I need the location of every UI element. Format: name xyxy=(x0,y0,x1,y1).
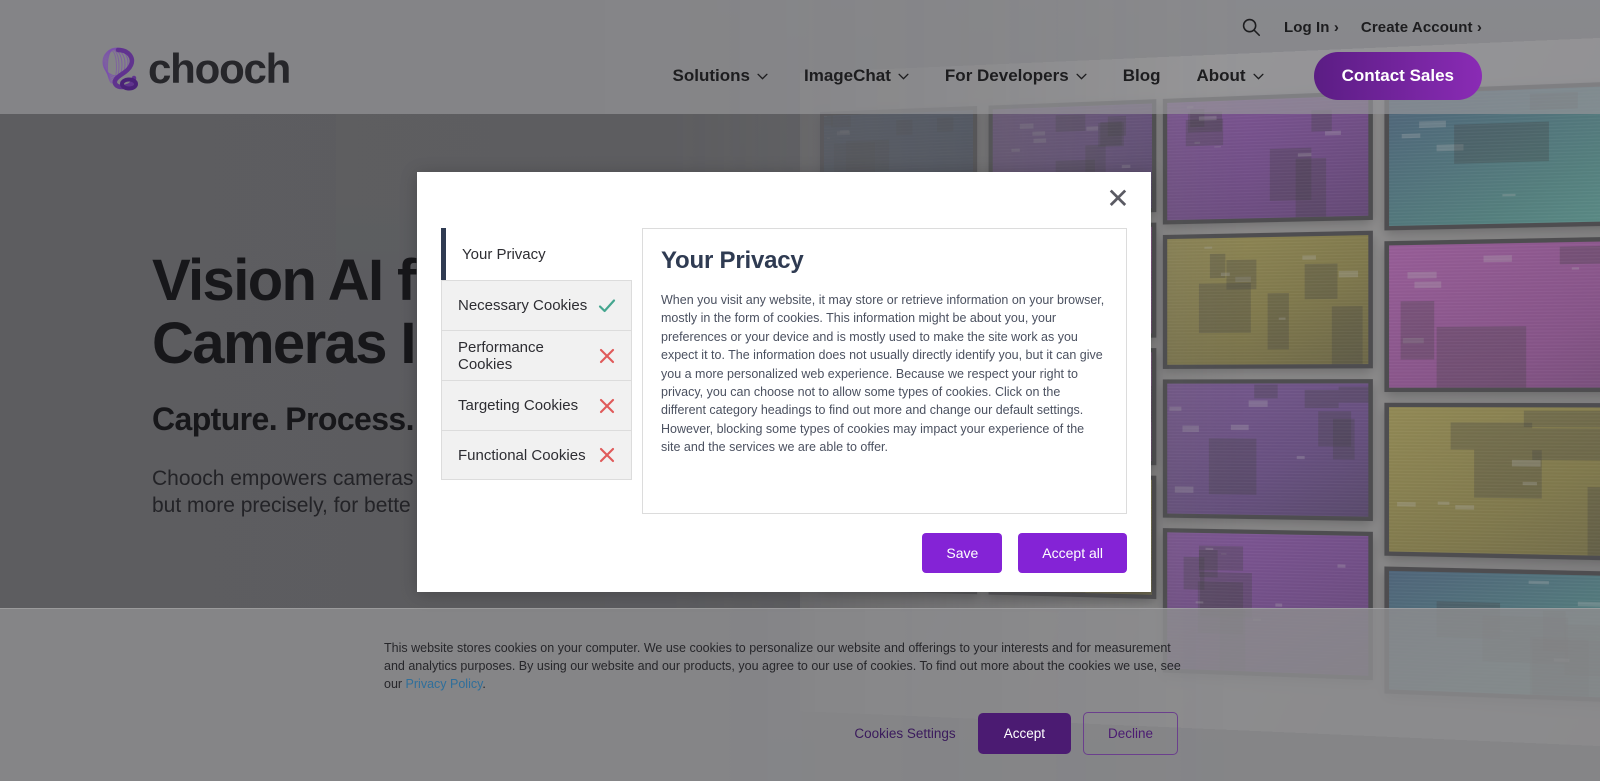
cookie-detail-panel: Your Privacy When you visit any website,… xyxy=(642,228,1127,514)
accept-button[interactable]: Accept xyxy=(977,713,1071,754)
search-icon[interactable] xyxy=(1240,16,1262,38)
nav-label: ImageChat xyxy=(804,66,891,85)
panel-description: When you visit any website, it may store… xyxy=(661,293,1105,454)
cross-icon xyxy=(599,398,615,413)
log-in-link[interactable]: Log In › xyxy=(1284,19,1339,36)
chevron-down-icon xyxy=(1252,73,1264,80)
page-root: Vision AI fo Cameras In Capture. Process… xyxy=(0,0,1600,781)
nav-item-imagechat[interactable]: ImageChat xyxy=(804,66,909,86)
cookie-category-label: Necessary Cookies xyxy=(458,297,588,314)
chevron-down-icon xyxy=(898,73,909,80)
cookie-category-label: Functional Cookies xyxy=(458,446,586,464)
cookie-category-label: Your Privacy xyxy=(462,245,546,263)
main-nav: Solutions ImageChat For Developers Blog xyxy=(673,52,1482,100)
banner-text-before: This website stores cookies on your comp… xyxy=(384,641,1181,692)
cookie-category-targeting-cookies[interactable]: Targeting Cookies xyxy=(441,380,632,430)
nav-item-solutions[interactable]: Solutions xyxy=(673,66,768,86)
cookie-category-your-privacy[interactable]: Your Privacy xyxy=(441,228,632,280)
cookie-category-functional-cookies[interactable]: Functional Cookies xyxy=(441,430,632,480)
nav-label: About xyxy=(1196,66,1246,85)
modal-body: Your Privacy Necessary Cookies Performance… xyxy=(417,228,1151,514)
nav-label: Blog xyxy=(1122,66,1161,85)
modal-footer: Save Accept all xyxy=(417,514,1151,592)
save-button[interactable]: Save xyxy=(922,533,1003,573)
privacy-policy-link[interactable]: Privacy Policy xyxy=(406,677,483,691)
create-account-link[interactable]: Create Account › xyxy=(1361,19,1482,36)
modal-header: ✕ xyxy=(417,172,1151,228)
cookies-settings-button[interactable]: Cookies Settings xyxy=(844,714,965,753)
cookie-category-label: Performance Cookies xyxy=(458,338,544,373)
banner-text-after: . xyxy=(482,677,486,692)
nav-label: Solutions xyxy=(672,66,750,85)
chevron-down-icon xyxy=(757,73,768,80)
cookie-category-list: Your Privacy Necessary Cookies Performance… xyxy=(441,228,632,514)
nav-item-for-developers[interactable]: For Developers xyxy=(945,66,1087,86)
chooch-torus-logo-icon xyxy=(102,47,138,91)
cross-icon xyxy=(599,348,615,363)
cookie-consent-banner: This website stores cookies on your comp… xyxy=(0,608,1600,781)
nav-item-blog[interactable]: Blog xyxy=(1123,66,1161,86)
cookie-preference-modal: ✕ Your Privacy Necessary Cookies Performan… xyxy=(417,172,1151,592)
banner-actions: Cookies Settings Accept Decline xyxy=(844,712,1178,755)
chevron-down-icon xyxy=(1076,73,1087,80)
close-icon[interactable]: ✕ xyxy=(1103,184,1133,214)
nav-label: For Developers xyxy=(944,66,1069,85)
cookie-category-performance-cookies[interactable]: Performance Cookies xyxy=(441,330,632,380)
site-header: chooch Log In › Create Account › Solutio… xyxy=(0,0,1600,114)
decline-button[interactable]: Decline xyxy=(1082,712,1178,755)
banner-text: This website stores cookies on your comp… xyxy=(384,639,1184,693)
panel-title: Your Privacy xyxy=(661,247,804,274)
cookie-category-label: Targeting Cookies xyxy=(458,397,579,414)
check-icon xyxy=(598,298,616,312)
contact-sales-button[interactable]: Contact Sales xyxy=(1313,52,1482,100)
cookie-category-necessary-cookies[interactable]: Necessary Cookies xyxy=(441,280,632,330)
cross-icon xyxy=(599,447,615,463)
utility-nav: Log In › Create Account › xyxy=(1240,16,1482,38)
site-logo[interactable]: chooch xyxy=(98,42,291,92)
logo-wordmark: chooch xyxy=(148,45,291,92)
accept-all-button[interactable]: Accept all xyxy=(1018,533,1127,573)
no-mark xyxy=(598,244,618,264)
nav-item-about[interactable]: About xyxy=(1196,66,1264,86)
